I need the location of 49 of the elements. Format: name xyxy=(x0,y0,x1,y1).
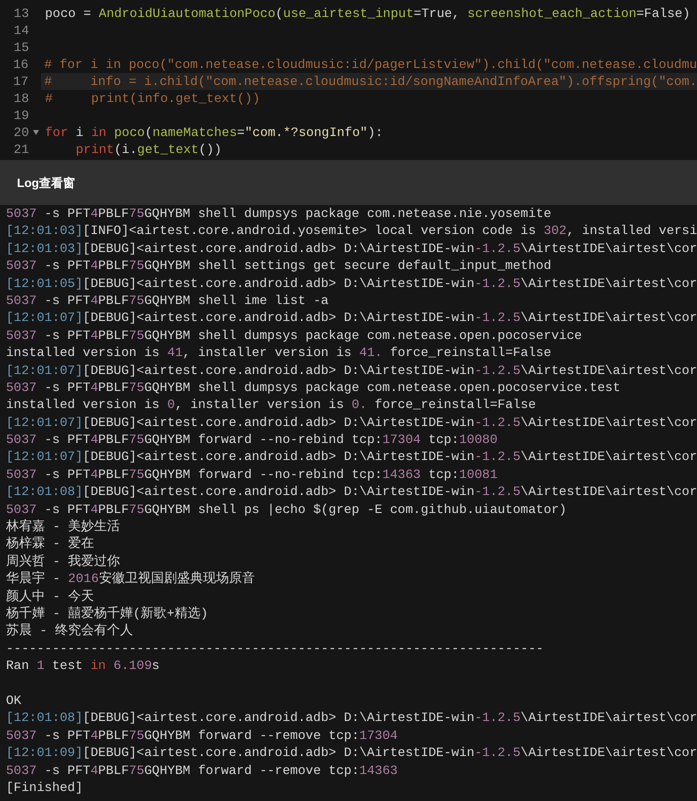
log-line: [12:01:07][DEBUG]<airtest.core.android.adb> D:\AirtestIDE-win-1.2.5\AirtestIDE\airtest\cor xyxy=(6,448,697,466)
log-line: installed version is 0, installer version is 0. force_reinstall=False xyxy=(6,396,536,414)
log-line: [12:01:08][DEBUG]<airtest.core.android.adb> D:\AirtestIDE-win-1.2.5\AirtestIDE\airtest\cor xyxy=(6,483,697,501)
log-line: 5037 -s PFT4PBLF75GQHYBM forward --no-rebind tcp:17304 tcp:10080 xyxy=(6,431,498,448)
log-line: 5037 -s PFT4PBLF75GQHYBM shell ps |echo $(grep -E com.github.uiautomator) xyxy=(6,500,567,518)
code-line: print(i.get_text()) xyxy=(74,141,223,158)
line-number: 20 xyxy=(12,124,29,141)
log-line: 5037 -s PFT4PBLF75GQHYBM forward --remove tcp:14363 xyxy=(6,762,398,779)
log-line: 5037 -s PFT4PBLF75GQHYBM forward --no-rebind tcp:14363 tcp:10081 xyxy=(6,466,498,484)
line-number: 18 xyxy=(12,90,29,107)
log-line: [12:01:03][INFO]<airtest.core.android.yosemite> local version code is 302, installed versi xyxy=(6,222,697,240)
log-line: 杨千嬅 - 囍爱杨千嬅(新歌+精选) xyxy=(6,604,208,622)
line-number: 15 xyxy=(12,39,29,56)
log-line: OK xyxy=(6,692,22,710)
log-line: 5037 -s PFT4PBLF75GQHYBM shell dumpsys package com.netease.open.pocoservice.test xyxy=(6,378,620,396)
log-line: installed version is 41, installer version is 41. force_reinstall=False xyxy=(6,344,552,362)
log-line: 5037 -s PFT4PBLF75GQHYBM shell ime list -a xyxy=(6,292,329,310)
line-number: 21 xyxy=(12,141,29,158)
log-line: [12:01:07][DEBUG]<airtest.core.android.adb> D:\AirtestIDE-win-1.2.5\AirtestIDE\airtest\cor xyxy=(6,309,697,327)
log-line: 颜人中 - 今天 xyxy=(6,588,94,605)
log-line: 华晨宇 - 2016安徽卫视国剧盛典现场原音 xyxy=(6,570,255,588)
log-line: [12:01:03][DEBUG]<airtest.core.android.adb> D:\AirtestIDE-win-1.2.5\AirtestIDE\airtest\cor xyxy=(6,240,697,258)
log-line: 5037 -s PFT4PBLF75GQHYBM shell settings get secure default_input_method xyxy=(6,257,552,275)
log-line: 周兴哲 - 我爱过你 xyxy=(6,552,120,570)
log-line: [12:01:07][DEBUG]<airtest.core.android.adb> D:\AirtestIDE-win-1.2.5\AirtestIDE\airtest\cor xyxy=(6,414,697,432)
log-line: Ran 1 test in 6.109s xyxy=(6,657,160,675)
code-line: for i in poco(nameMatches="com.*?songInfo"): xyxy=(44,124,384,141)
log-line: [12:01:07][DEBUG]<airtest.core.android.adb> D:\AirtestIDE-win-1.2.5\AirtestIDE\airtest\cor xyxy=(6,362,697,379)
log-line: 5037 -s PFT4PBLF75GQHYBM shell dumpsys package com.netease.open.pocoservice xyxy=(6,326,582,344)
log-line: ---------------------------------------------------------------------- xyxy=(6,640,544,658)
code-line: # for i in poco("com.netease.cloudmusic:id/pagerListview").child("com.netease.cloudmu xyxy=(43,56,697,73)
log-line: 5037 -s PFT4PBLF75GQHYBM shell dumpsys package com.netease.nie.yosemite xyxy=(6,205,552,222)
code-line: poco = AndroidUiautomationPoco(use_airtest_input=True, screenshot_each_action=False) xyxy=(44,5,692,22)
log-line: [Finished] xyxy=(6,778,83,796)
line-number: 17 xyxy=(12,73,28,90)
code-line: # print(info.get_text()) xyxy=(44,90,262,107)
panel-title: Log查看窗 xyxy=(17,174,75,192)
fold-caret-icon[interactable] xyxy=(32,130,38,135)
log-line: 5037 -s PFT4PBLF75GQHYBM forward --remove tcp:17304 xyxy=(6,726,398,744)
log-line: 林宥嘉 - 美妙生活 xyxy=(6,518,120,536)
line-number: 14 xyxy=(12,22,29,39)
log-line: 苏晨 - 终究会有个人 xyxy=(6,622,134,640)
line-number: 13 xyxy=(12,5,29,22)
log-line: [12:01:05][DEBUG]<airtest.core.android.adb> D:\AirtestIDE-win-1.2.5\AirtestIDE\airtest\cor xyxy=(6,274,697,292)
log-line: [12:01:08][DEBUG]<airtest.core.android.adb> D:\AirtestIDE-win-1.2.5\AirtestIDE\airtest\cor xyxy=(6,709,697,727)
line-number: 16 xyxy=(12,56,28,73)
line-number: 19 xyxy=(12,107,29,124)
log-line: [12:01:09][DEBUG]<airtest.core.android.adb> D:\AirtestIDE-win-1.2.5\AirtestIDE\airtest\cor xyxy=(6,744,697,762)
log-line: 杨梓霖 - 爱在 xyxy=(6,535,94,553)
